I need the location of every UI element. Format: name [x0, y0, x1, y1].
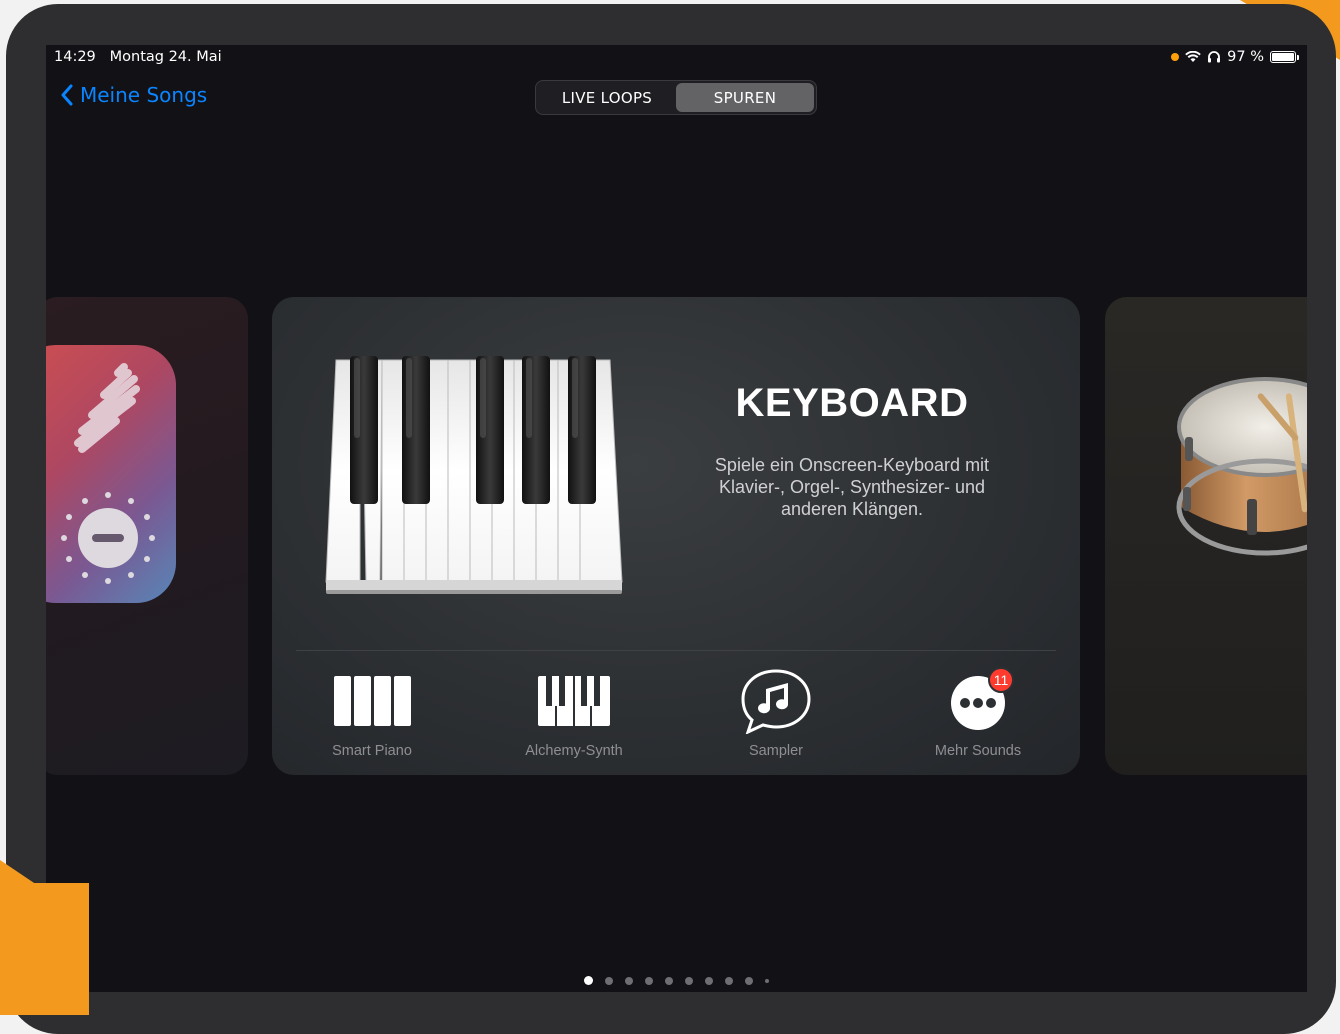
battery-tip — [1297, 54, 1299, 60]
option-alchemy-synth[interactable]: Alchemy-Synth — [484, 667, 664, 759]
option-mehr-sounds[interactable]: 11 Mehr Sounds — [888, 667, 1068, 759]
page-dot[interactable] — [705, 976, 713, 985]
alchemy-synth-icon — [484, 667, 664, 735]
sampler-icon — [686, 667, 866, 735]
page-dot[interactable] — [605, 976, 613, 985]
option-label: Sampler — [749, 743, 803, 759]
frame-corner-bottom-left — [0, 883, 89, 1015]
page-dot[interactable] — [685, 976, 693, 985]
instrument-card-keyboard[interactable]: KEYBOARD Spiele ein Onscreen-Keyboard mi… — [272, 297, 1080, 775]
smart-piano-icon — [282, 667, 462, 735]
segment-live-loops[interactable]: LIVE LOOPS — [538, 83, 676, 112]
keyboard-illustration-icon — [325, 356, 623, 594]
status-indicators: 97 % — [1171, 49, 1299, 65]
back-button[interactable]: Meine Songs — [60, 83, 207, 107]
option-label: Mehr Sounds — [934, 743, 1022, 759]
status-time-date: 14:29 Montag 24. Mai — [54, 49, 222, 65]
page-dot[interactable] — [765, 978, 769, 983]
headphones-icon — [1208, 51, 1221, 63]
page-indicator — [46, 976, 1307, 985]
screen: 14:29 Montag 24. Mai 97 % Meine Songs LI… — [46, 45, 1307, 992]
page-dot[interactable] — [584, 976, 593, 985]
instrument-card-next[interactable] — [1105, 297, 1307, 775]
card-divider — [296, 650, 1056, 651]
more-sounds-icon: 11 — [888, 667, 1068, 735]
snare-drum-icon — [1176, 377, 1307, 556]
wifi-icon — [1185, 51, 1201, 62]
page-dot[interactable] — [665, 976, 673, 985]
ipad-device: 14:29 Montag 24. Mai 97 % Meine Songs LI… — [6, 4, 1336, 1034]
option-smart-piano[interactable]: Smart Piano — [282, 667, 462, 759]
page-dot[interactable] — [745, 976, 753, 985]
view-segmented-control: LIVE LOOPS SPUREN — [535, 80, 817, 115]
option-label: Smart Piano — [332, 743, 412, 759]
instrument-title: KEYBOARD — [735, 381, 969, 425]
option-label: Alchemy-Synth — [525, 743, 623, 759]
page-dot[interactable] — [725, 976, 733, 985]
page-dot[interactable] — [645, 976, 653, 985]
segment-spuren[interactable]: SPUREN — [676, 83, 814, 112]
status-time: 14:29 — [54, 49, 96, 65]
instrument-description: Spiele ein Onscreen-Keyboard mit Klavier… — [714, 455, 990, 519]
notification-badge: 11 — [988, 667, 1014, 693]
battery-percent: 97 % — [1227, 49, 1264, 65]
audio-recorder-icon — [46, 345, 176, 603]
chevron-left-icon — [61, 84, 73, 106]
battery-icon — [1270, 51, 1296, 63]
option-sampler[interactable]: Sampler — [686, 667, 866, 759]
page-dot[interactable] — [625, 976, 633, 985]
status-date: Montag 24. Mai — [109, 49, 222, 65]
back-label: Meine Songs — [80, 83, 208, 107]
mic-indicator-icon — [1171, 53, 1180, 61]
